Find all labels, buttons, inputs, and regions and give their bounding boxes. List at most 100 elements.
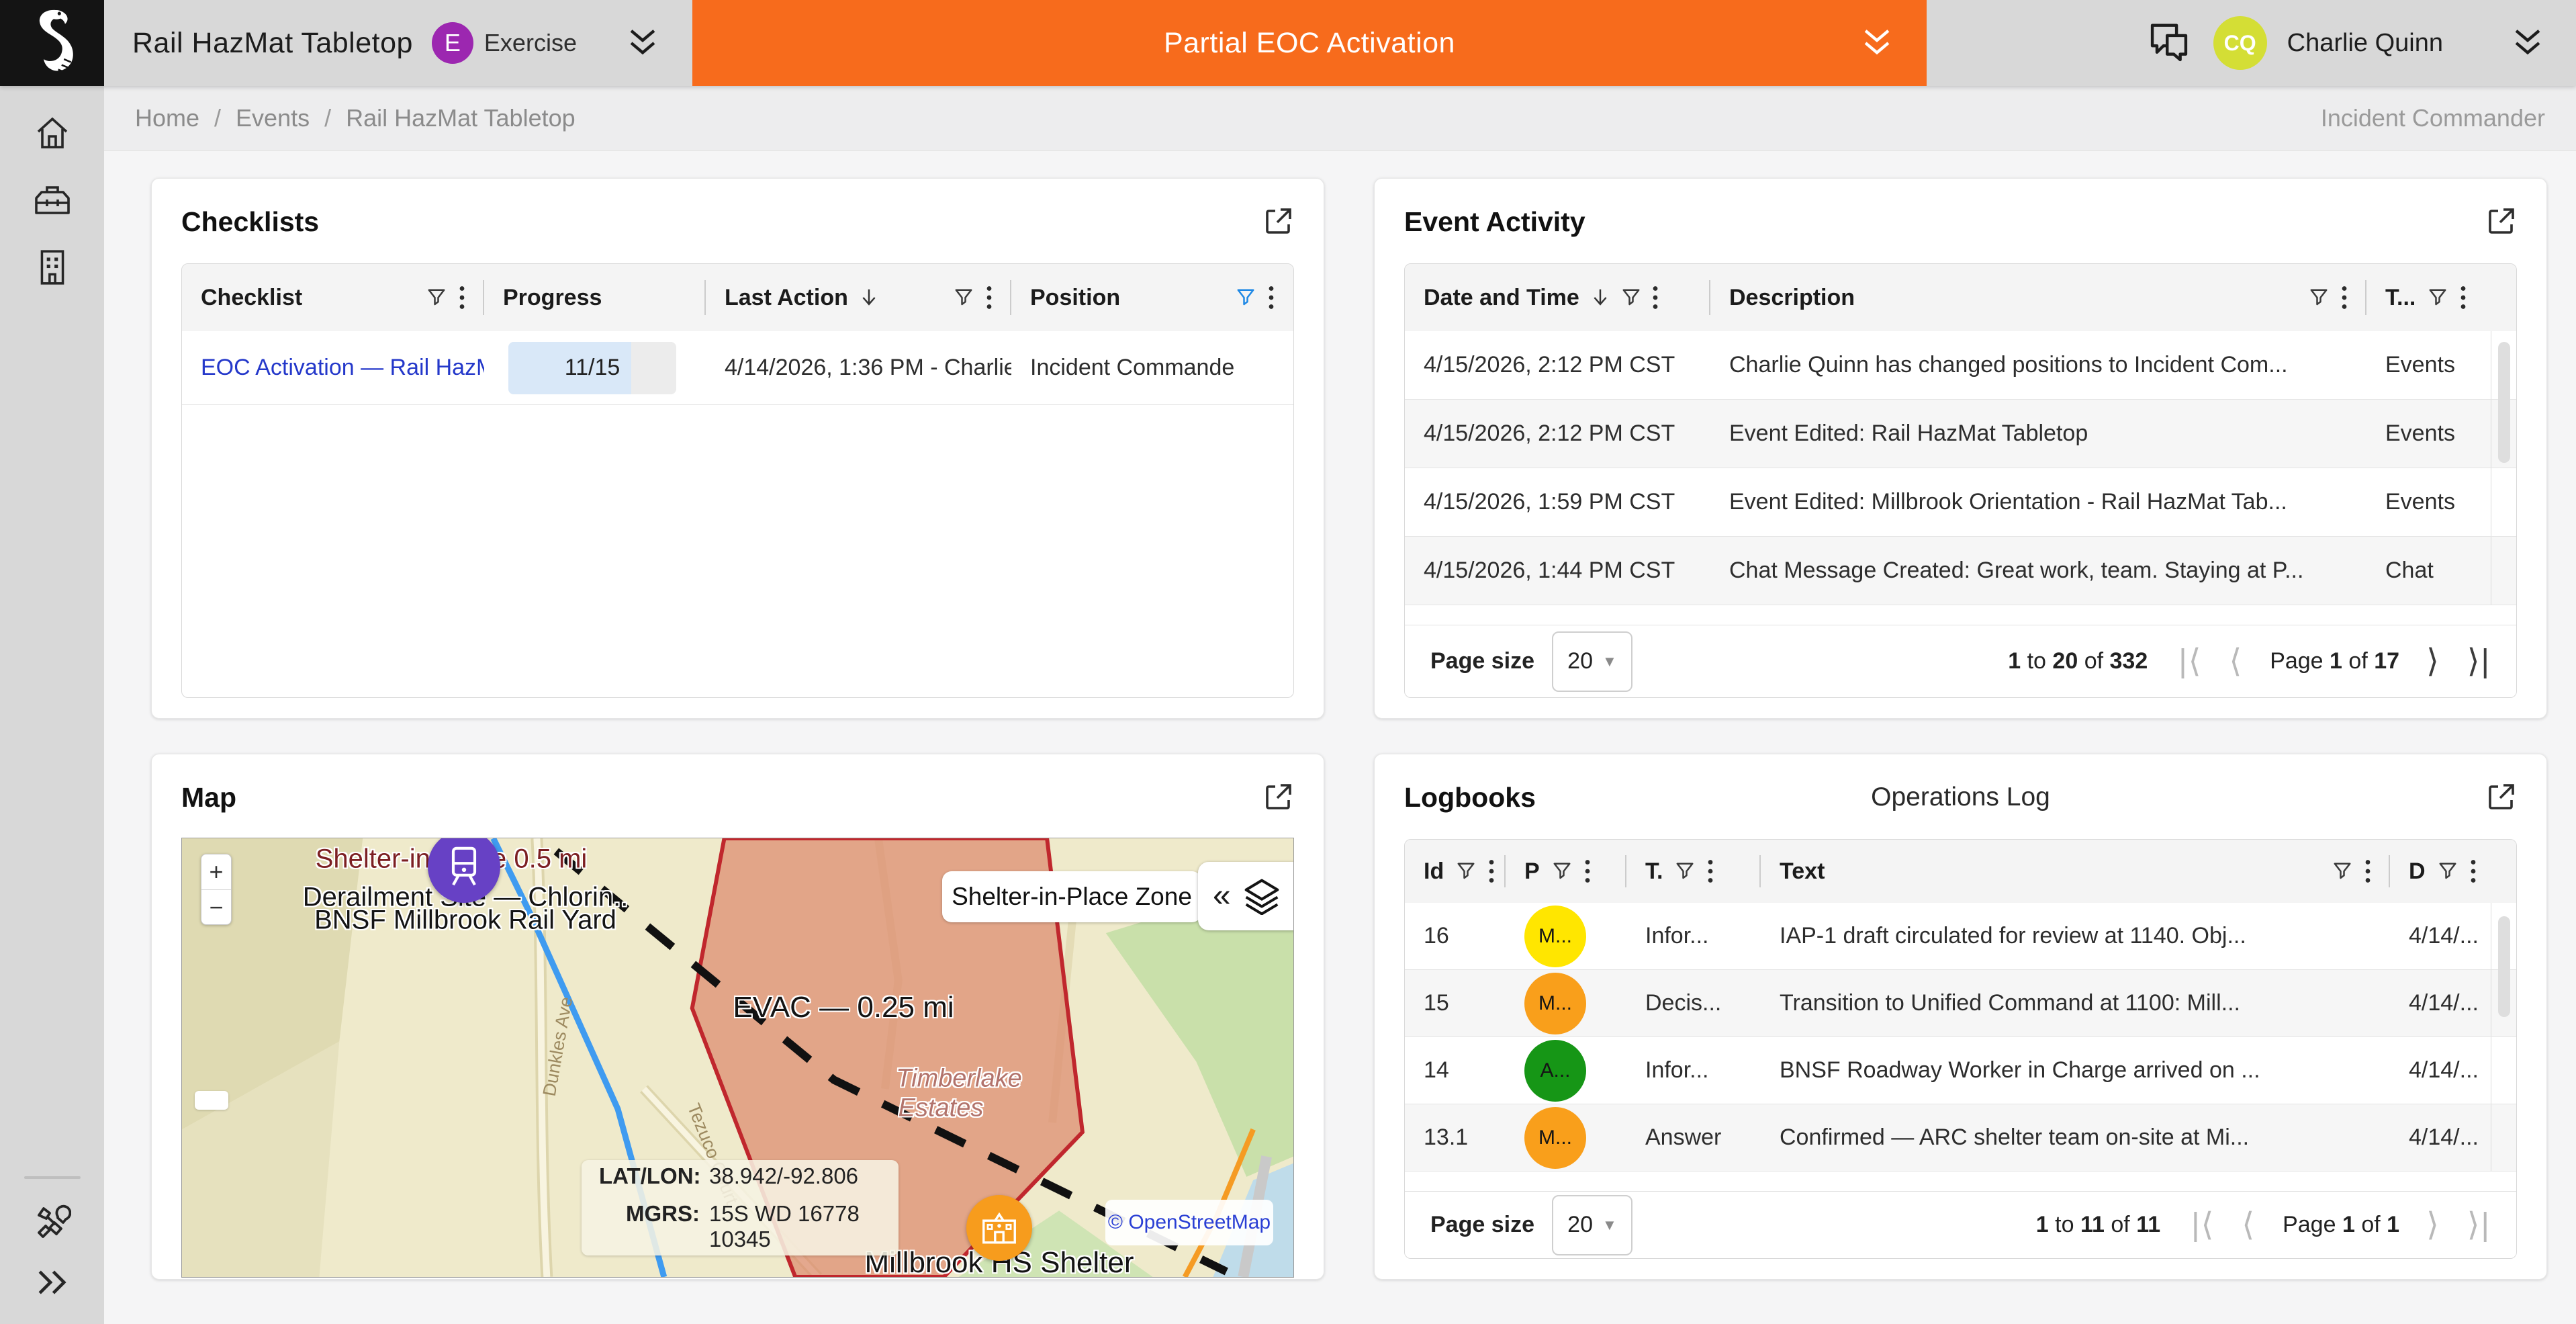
latlon-value: 38.942/-92.806 <box>709 1163 858 1189</box>
shelter-marker[interactable] <box>966 1195 1032 1261</box>
zoom-out-button[interactable]: − <box>201 889 231 924</box>
column-menu-icon[interactable] <box>459 285 465 310</box>
admin-tools-icon[interactable] <box>34 1203 71 1241</box>
map-attribution: © OpenStreetMap <box>1105 1200 1273 1245</box>
activity-row[interactable]: 4/15/2026, 1:44 PM CST Chat Message Crea… <box>1405 537 2516 605</box>
logbook-row[interactable]: 14 A... Infor... BNSF Roadway Worker in … <box>1405 1037 2516 1104</box>
event-activity-panel: Event Activity Date and Time Description <box>1374 178 2547 719</box>
col-header-datetime[interactable]: Date and Time <box>1405 264 1710 331</box>
activity-row[interactable]: 4/15/2026, 1:59 PM CST Event Edited: Mil… <box>1405 468 2516 537</box>
column-menu-icon[interactable] <box>1652 285 1659 310</box>
user-avatar[interactable]: CQ <box>2213 16 2267 70</box>
breadcrumb-events[interactable]: Events <box>236 104 310 132</box>
last-page-button[interactable]: ⟩| <box>2467 1209 2491 1241</box>
filter-active-icon[interactable] <box>1236 288 1256 308</box>
activity-row[interactable]: 4/15/2026, 2:12 PM CST Event Edited: Rai… <box>1405 400 2516 468</box>
neighborhood-label: Timberlake <box>896 1065 1022 1094</box>
col-header-priority[interactable]: P <box>1506 840 1626 903</box>
filter-icon[interactable] <box>2438 861 2458 881</box>
home-icon[interactable] <box>34 114 71 152</box>
filter-icon[interactable] <box>1456 861 1476 881</box>
priority-pill: A... <box>1524 1040 1586 1102</box>
column-menu-icon[interactable] <box>2470 859 2477 883</box>
col-header-checklist[interactable]: Checklist <box>182 264 484 331</box>
zoom-in-button[interactable]: + <box>201 854 231 889</box>
col-header-type[interactable]: T. <box>1626 840 1761 903</box>
col-header-text[interactable]: Text <box>1761 840 2390 903</box>
col-header-date[interactable]: D <box>2390 840 2491 903</box>
breadcrumb-current: Rail HazMat Tabletop <box>346 104 576 132</box>
open-external-icon[interactable] <box>1262 206 1294 238</box>
column-menu-icon[interactable] <box>1707 859 1714 883</box>
col-header-position[interactable]: Position <box>1011 264 1293 331</box>
checklist-row[interactable]: EOC Activation — Rail HazM 11/15 4/14/20… <box>182 331 1293 405</box>
filter-icon[interactable] <box>1552 861 1572 881</box>
logbook-row[interactable]: 16 M... Infor... IAP-1 draft circulated … <box>1405 903 2516 970</box>
dashboard: Checklists Checklist Pro <box>104 151 2576 1324</box>
eoc-activation-banner[interactable]: Partial EOC Activation <box>692 0 1927 86</box>
col-header-id[interactable]: Id <box>1405 840 1506 903</box>
column-menu-icon[interactable] <box>2341 285 2348 310</box>
page-size-select[interactable]: 20 ▼ <box>1552 1195 1632 1255</box>
column-menu-icon[interactable] <box>986 285 993 310</box>
map-zoom-control: + − <box>201 854 232 925</box>
prev-page-button[interactable]: ⟨ <box>2242 1209 2256 1241</box>
checklists-panel: Checklists Checklist Pro <box>151 178 1324 719</box>
evac-radius-label: EVAC — 0.25 mi <box>733 991 954 1024</box>
chat-icon[interactable] <box>2145 19 2193 67</box>
app-logo[interactable] <box>0 0 104 86</box>
filter-icon[interactable] <box>2428 288 2448 308</box>
osm-link[interactable]: © OpenStreetMap <box>1108 1211 1271 1234</box>
first-page-button[interactable]: |⟨ <box>2191 1209 2215 1241</box>
activity-row[interactable]: 4/15/2026, 2:12 PM CST Charlie Quinn has… <box>1405 331 2516 400</box>
page-size-select[interactable]: 20 ▼ <box>1552 631 1632 692</box>
next-page-button[interactable]: ⟩ <box>2426 646 2440 678</box>
railcar-icon <box>445 845 484 888</box>
filter-icon[interactable] <box>2309 288 2329 308</box>
open-external-icon[interactable] <box>2485 781 2517 813</box>
col-header-last-action[interactable]: Last Action <box>706 264 1011 331</box>
first-page-button[interactable]: |⟨ <box>2178 646 2202 678</box>
page-indicator: Page 1 of 1 <box>2283 1212 2399 1238</box>
column-menu-icon[interactable] <box>1268 285 1275 310</box>
checklist-link[interactable]: EOC Activation — Rail HazM <box>201 355 484 380</box>
breadcrumb-home[interactable]: Home <box>135 104 199 132</box>
sidebar-expand-icon[interactable] <box>35 1268 70 1297</box>
column-menu-icon[interactable] <box>1488 859 1495 883</box>
column-menu-icon[interactable] <box>1584 859 1591 883</box>
logbook-row[interactable]: 13.1 M... Answer Confirmed — ARC shelter… <box>1405 1104 2516 1172</box>
sort-descending-icon[interactable] <box>859 287 879 308</box>
event-menu-toggle[interactable] <box>577 0 692 86</box>
scrollbar[interactable] <box>2491 331 2516 399</box>
toolbox-icon[interactable] <box>34 181 71 219</box>
user-menu-chevron-icon[interactable] <box>2510 27 2545 59</box>
filter-icon[interactable] <box>426 288 447 308</box>
panel-title: Checklists <box>181 206 319 238</box>
open-external-icon[interactable] <box>1262 781 1294 813</box>
column-menu-icon[interactable] <box>2460 285 2467 310</box>
filter-icon[interactable] <box>954 288 974 308</box>
layers-icon[interactable] <box>1243 877 1281 915</box>
column-menu-icon[interactable] <box>2364 859 2371 883</box>
col-header-description[interactable]: Description <box>1710 264 2366 331</box>
next-page-button[interactable]: ⟩ <box>2426 1209 2440 1241</box>
last-page-button[interactable]: ⟩| <box>2467 646 2491 678</box>
logbook-row[interactable]: 15 M... Decis... Transition to Unified C… <box>1405 970 2516 1037</box>
collapse-icon[interactable]: « <box>1213 880 1231 912</box>
col-header-progress[interactable]: Progress <box>484 264 706 331</box>
caret-down-icon: ▼ <box>1602 1217 1617 1234</box>
logbooks-panel: Logbooks Operations Log Id <box>1374 754 2547 1280</box>
col-header-type[interactable]: T... <box>2366 264 2491 331</box>
filter-icon[interactable] <box>1675 861 1695 881</box>
filter-icon[interactable] <box>1621 288 1641 308</box>
prev-page-button[interactable]: ⟨ <box>2229 646 2243 678</box>
sort-descending-icon[interactable] <box>1590 287 1610 308</box>
open-external-icon[interactable] <box>2485 206 2517 238</box>
filter-icon[interactable] <box>2332 861 2352 881</box>
map-layers-control[interactable]: « <box>1198 862 1294 930</box>
scrollbar[interactable] <box>2491 903 2516 969</box>
building-icon[interactable] <box>34 249 71 286</box>
app-root: Rail HazMat Tabletop E Exercise Partial … <box>0 0 2576 1324</box>
map-canvas[interactable]: Shelter-in-Place 0.5 mi Derailment Site … <box>181 838 1294 1278</box>
chevron-double-down-icon[interactable] <box>1859 27 1894 59</box>
